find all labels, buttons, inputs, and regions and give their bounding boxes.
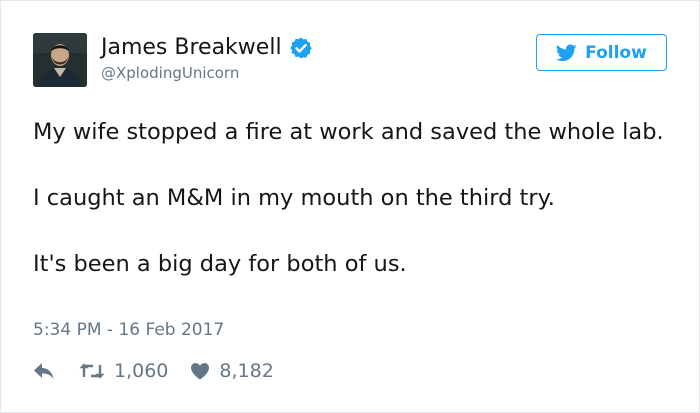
retweet-icon bbox=[79, 363, 105, 379]
tweet-text: My wife stopped a fire at work and saved… bbox=[33, 116, 673, 281]
tweet-actions: 1,060 8,182 bbox=[33, 357, 274, 385]
follow-button[interactable]: Follow bbox=[536, 34, 667, 71]
tweet-timestamp[interactable]: 5:34 PM - 16 Feb 2017 bbox=[33, 319, 224, 341]
retweet-button[interactable]: 1,060 bbox=[79, 360, 168, 382]
avatar[interactable] bbox=[33, 33, 87, 87]
like-button[interactable]: 8,182 bbox=[190, 360, 274, 382]
verified-badge-icon bbox=[289, 36, 313, 60]
author-handle[interactable]: @XplodingUnicorn bbox=[101, 64, 239, 82]
tweet-paragraph: My wife stopped a fire at work and saved… bbox=[33, 119, 664, 145]
tweet-card: James Breakwell @XplodingUnicorn Follow … bbox=[0, 0, 700, 413]
tweet-paragraph: I caught an M&M in my mouth on the third… bbox=[33, 185, 555, 211]
tweet-paragraph: It's been a big day for both of us. bbox=[33, 251, 407, 277]
twitter-bird-icon bbox=[556, 43, 577, 61]
retweet-count: 1,060 bbox=[114, 360, 169, 382]
heart-icon bbox=[191, 363, 210, 380]
avatar-photo bbox=[33, 33, 87, 87]
reply-arrow-icon bbox=[34, 363, 54, 379]
author-name[interactable]: James Breakwell bbox=[101, 35, 282, 61]
author-name-row[interactable]: James Breakwell bbox=[101, 35, 313, 61]
like-count: 8,182 bbox=[219, 360, 274, 382]
reply-button[interactable] bbox=[33, 362, 55, 380]
follow-label: Follow bbox=[585, 42, 647, 63]
